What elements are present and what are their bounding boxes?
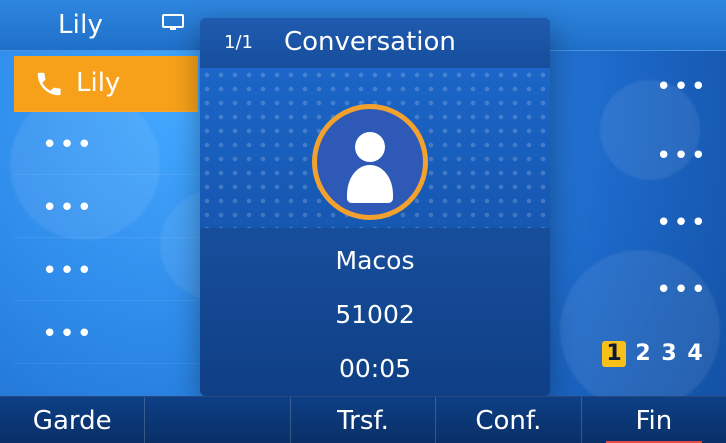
right-line-key[interactable]: ••• bbox=[656, 72, 706, 102]
softkey-empty[interactable] bbox=[145, 397, 291, 443]
call-card: 1/1 Conversation Macos 51002 00:05 bbox=[200, 18, 550, 396]
line-key-active[interactable]: Lily bbox=[14, 56, 198, 112]
softkey-bar: Garde Trsf. Conf. Fin bbox=[0, 396, 726, 443]
softkey-transfer[interactable]: Trsf. bbox=[291, 397, 437, 443]
account-label: Lily bbox=[58, 10, 104, 40]
softkey-end[interactable]: Fin bbox=[582, 397, 726, 443]
page-number[interactable]: 1 bbox=[602, 341, 626, 367]
softkey-label: Conf. bbox=[475, 405, 542, 436]
phone-screen: Lily Lily ••• ••• ••• ••• ••• ••• ••• ••… bbox=[0, 0, 726, 443]
line-key-label: Lily bbox=[76, 68, 121, 98]
call-info: Macos 51002 00:05 bbox=[200, 228, 550, 396]
call-header: 1/1 Conversation bbox=[200, 18, 550, 69]
page-number[interactable]: 3 bbox=[660, 341, 678, 367]
softkey-label: Trsf. bbox=[337, 405, 389, 436]
line-key-dots: ••• bbox=[42, 193, 95, 223]
right-line-key[interactable]: ••• bbox=[656, 141, 706, 171]
phone-icon bbox=[37, 72, 61, 96]
softkey-conference[interactable]: Conf. bbox=[436, 397, 582, 443]
avatar bbox=[312, 104, 428, 220]
line-key-dots: ••• bbox=[42, 319, 95, 349]
caller-number: 51002 bbox=[335, 300, 415, 329]
softkey-label: Fin bbox=[635, 405, 673, 436]
right-line-key[interactable]: ••• bbox=[656, 208, 706, 238]
right-line-key[interactable]: ••• bbox=[656, 275, 706, 305]
line-key[interactable]: ••• bbox=[14, 301, 198, 364]
softkey-hold[interactable]: Garde bbox=[0, 397, 146, 443]
background-bokeh bbox=[560, 250, 720, 410]
line-key[interactable]: ••• bbox=[14, 238, 198, 301]
page-number[interactable]: 2 bbox=[634, 341, 652, 367]
line-key-dots: ••• bbox=[42, 256, 95, 286]
monitor-icon bbox=[162, 14, 184, 30]
line-key[interactable]: ••• bbox=[14, 112, 198, 175]
line-sidebar: Lily ••• ••• ••• ••• bbox=[14, 50, 198, 364]
softkey-label: Garde bbox=[32, 405, 112, 436]
page-number[interactable]: 4 bbox=[686, 341, 704, 367]
line-key[interactable]: ••• bbox=[14, 175, 198, 238]
page-indicator: 1 2 3 4 bbox=[602, 341, 704, 367]
call-duration: 00:05 bbox=[338, 354, 412, 383]
line-key-dots: ••• bbox=[42, 130, 95, 160]
user-icon bbox=[347, 132, 393, 203]
call-count: 1/1 bbox=[224, 32, 253, 53]
avatar-zone bbox=[200, 68, 550, 228]
call-title: Conversation bbox=[284, 27, 456, 57]
caller-name: Macos bbox=[335, 246, 415, 275]
